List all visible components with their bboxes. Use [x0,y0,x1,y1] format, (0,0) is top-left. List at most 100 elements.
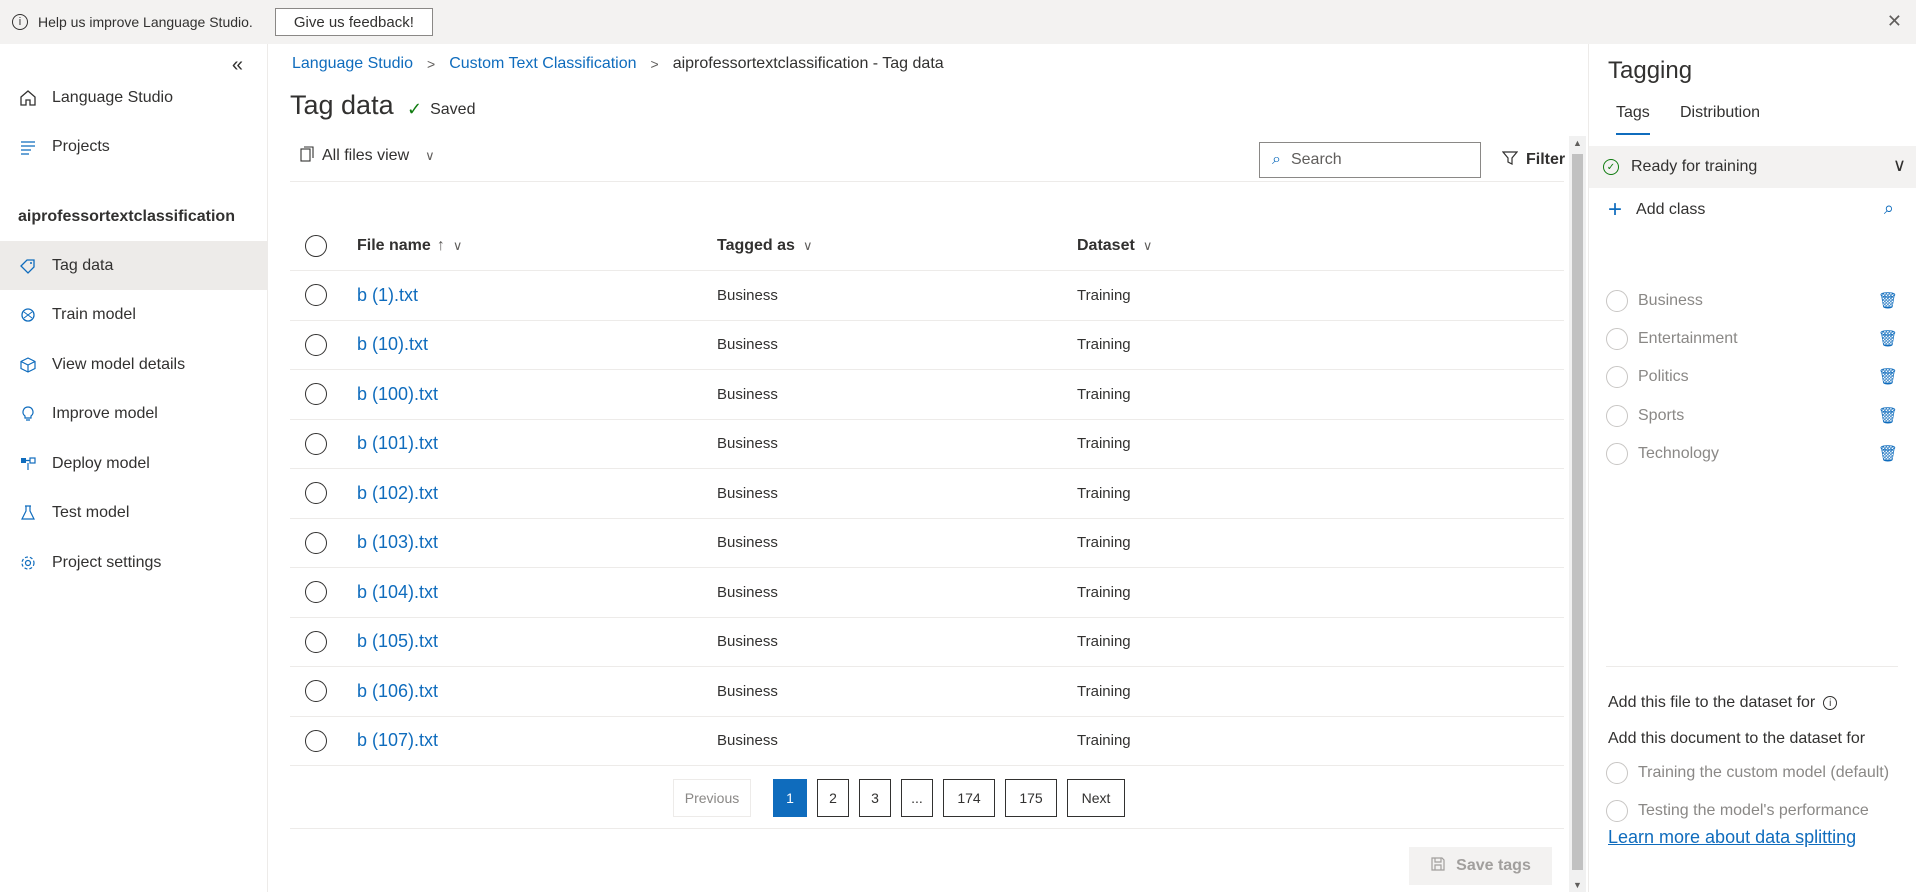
view-selector[interactable]: All files view ∨ [300,140,435,172]
row-select-checkbox[interactable] [305,284,327,307]
sidebar-item-deploy-model[interactable]: Deploy model [0,439,267,488]
class-radio[interactable] [1606,290,1628,312]
row-select-checkbox[interactable] [305,333,327,356]
breadcrumb-custom-text-classification[interactable]: Custom Text Classification [449,55,636,73]
delete-icon[interactable]: 🗑 [1878,291,1898,311]
page-button-2[interactable]: 2 [817,779,849,817]
give-feedback-button[interactable]: Give us feedback! [274,8,433,36]
scrollbar[interactable]: ▲ ▼ [1569,136,1586,892]
table-row[interactable]: b (10).txt Business Training [290,321,1564,370]
search-icon[interactable]: ⌕ [1884,198,1894,219]
sidebar-item-label: Tag data [52,256,114,274]
row-select-checkbox[interactable] [305,729,327,752]
home-icon [18,88,38,108]
scrollbar-thumb[interactable] [1572,154,1583,870]
close-icon[interactable]: ✕ [1887,11,1902,32]
sidebar-item-test-model[interactable]: Test model [0,488,267,537]
class-item-business[interactable]: Business 🗑 [1606,288,1898,314]
dataset-option-testing[interactable]: Testing the model's performance [1606,800,1869,822]
file-name-link[interactable]: b (101).txt [357,433,438,454]
table-row[interactable]: b (100).txt Business Training [290,370,1564,420]
row-select-checkbox[interactable] [305,630,327,653]
file-name-link[interactable]: b (100).txt [357,384,438,405]
class-radio[interactable] [1606,328,1628,350]
file-name-link[interactable]: b (106).txt [357,681,438,702]
learn-more-link[interactable]: Learn more about data splitting [1608,827,1856,848]
class-radio[interactable] [1606,443,1628,465]
row-select-checkbox[interactable] [305,581,327,604]
delete-icon[interactable]: 🗑 [1878,367,1898,387]
class-item-entertainment[interactable]: Entertainment 🗑 [1606,326,1898,352]
dataset-value: Training [1077,732,1131,750]
file-name-link[interactable]: b (107).txt [357,730,438,751]
class-radio[interactable] [1606,405,1628,427]
sidebar-item-projects[interactable]: Projects [0,122,267,171]
table-row[interactable]: b (103).txt Business Training [290,519,1564,568]
row-select-checkbox[interactable] [305,531,327,554]
column-header-dataset[interactable]: Dataset ∨ [1077,222,1152,270]
page-button-174[interactable]: 174 [943,779,995,817]
row-select-checkbox[interactable] [305,432,327,455]
sidebar-item-project-settings[interactable]: Project settings [0,538,267,587]
page-button-175[interactable]: 175 [1005,779,1057,817]
delete-icon[interactable]: 🗑 [1878,444,1898,464]
sidebar-item-train-model[interactable]: Train model [0,290,267,339]
dataset-subtitle: Add this document to the dataset for [1608,730,1866,747]
table-row[interactable]: b (102).txt Business Training [290,469,1564,519]
dataset-option-training[interactable]: Training the custom model (default) [1606,762,1889,784]
table-row[interactable]: b (104).txt Business Training [290,568,1564,618]
delete-icon[interactable]: 🗑 [1878,329,1898,349]
tab-tags[interactable]: Tags [1616,104,1650,135]
page-button-1[interactable]: 1 [773,779,807,817]
table-row[interactable]: b (101).txt Business Training [290,420,1564,469]
dataset-radio[interactable] [1606,800,1628,822]
row-select-checkbox[interactable] [305,383,327,406]
class-item-technology[interactable]: Technology 🗑 [1606,441,1898,467]
dataset-value: Training [1077,336,1131,354]
filter-button[interactable]: Filter [1501,142,1565,178]
sidebar-item-tag-data[interactable]: Tag data [0,241,267,290]
delete-icon[interactable]: 🗑 [1878,406,1898,426]
class-radio[interactable] [1606,366,1628,388]
row-select-checkbox[interactable] [305,680,327,703]
sidebar-item-view-model-details[interactable]: View model details [0,340,267,389]
class-item-sports[interactable]: Sports 🗑 [1606,403,1898,429]
breadcrumb-language-studio[interactable]: Language Studio [292,55,413,73]
page-button-3[interactable]: 3 [859,779,891,817]
table-row[interactable]: b (1).txt Business Training [290,271,1564,321]
files-table: File name ↑ ∨ Tagged as ∨ Dataset ∨ b (1… [290,222,1564,766]
file-name-link[interactable]: b (103).txt [357,532,438,553]
info-icon[interactable]: i [1823,696,1838,710]
column-header-tagged-as[interactable]: Tagged as ∨ [717,222,812,270]
file-name-link[interactable]: b (102).txt [357,483,438,504]
row-select-checkbox[interactable] [305,482,327,505]
previous-page-button[interactable]: Previous [673,779,751,817]
search-input[interactable]: ⌕ Search [1259,142,1481,178]
page-ellipsis-button[interactable]: ... [901,779,933,817]
file-name-link[interactable]: b (10).txt [357,334,428,355]
training-status[interactable]: ✓ Ready for training ∨ [1589,146,1916,188]
file-name-link[interactable]: b (1).txt [357,285,418,306]
select-all-checkbox[interactable] [305,235,327,257]
tagged-as-value: Business [717,484,778,502]
scroll-down-icon[interactable]: ▼ [1573,880,1582,890]
table-row[interactable]: b (106).txt Business Training [290,667,1564,717]
sidebar-item-improve-model[interactable]: Improve model [0,389,267,438]
dataset-radio[interactable] [1606,762,1628,784]
add-class-button[interactable]: + Add class [1608,196,1705,224]
column-header-file-name[interactable]: File name ↑ ∨ [357,222,462,270]
file-name-link[interactable]: b (105).txt [357,631,438,652]
sidebar-item-language-studio[interactable]: Language Studio [0,73,267,122]
next-page-button[interactable]: Next [1067,779,1125,817]
class-item-politics[interactable]: Politics 🗑 [1606,364,1898,390]
tagged-as-value: Business [717,435,778,453]
scroll-up-icon[interactable]: ▲ [1573,138,1582,148]
table-row[interactable]: b (105).txt Business Training [290,618,1564,667]
chevron-down-icon: ∨ [452,238,463,253]
filter-icon [1501,150,1519,171]
file-name-link[interactable]: b (104).txt [357,582,438,603]
table-row[interactable]: b (107).txt Business Training [290,717,1564,766]
sidebar-item-label: Test model [52,503,130,521]
save-tags-button[interactable]: Save tags [1409,847,1552,885]
tab-distribution[interactable]: Distribution [1680,104,1760,122]
